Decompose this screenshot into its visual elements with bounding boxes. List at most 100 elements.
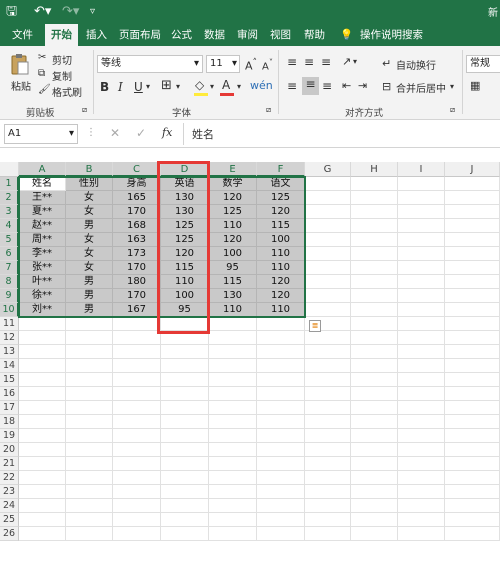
cell-G22[interactable] [305,471,351,485]
row-header-1[interactable]: 1 [0,177,19,191]
copy-button[interactable]: 复制 [52,68,72,83]
cell-J24[interactable] [445,499,500,513]
cell-J9[interactable] [445,289,500,303]
cell-B20[interactable] [66,443,113,457]
cell-E14[interactable] [209,359,257,373]
cell-G14[interactable] [305,359,351,373]
row-header-11[interactable]: 11 [0,317,19,331]
align-center-icon[interactable]: ≡ [302,77,319,95]
cell-C21[interactable] [113,457,161,471]
cell-B11[interactable] [66,317,113,331]
cell-I9[interactable] [398,289,445,303]
cell-I13[interactable] [398,345,445,359]
cell-F5[interactable]: 100 [257,233,305,247]
cell-I20[interactable] [398,443,445,457]
cell-J14[interactable] [445,359,500,373]
cell-F25[interactable] [257,513,305,527]
cell-A1[interactable]: 姓名 [19,177,66,191]
column-header-H[interactable]: H [351,162,398,177]
cell-I5[interactable] [398,233,445,247]
cell-B8[interactable]: 男 [66,275,113,289]
chevron-down-icon[interactable]: ▾ [210,82,214,91]
cell-E25[interactable] [209,513,257,527]
cell-A21[interactable] [19,457,66,471]
cell-C18[interactable] [113,415,161,429]
cell-D8[interactable]: 110 [161,275,209,289]
cell-G3[interactable] [305,205,351,219]
cell-D4[interactable]: 125 [161,219,209,233]
cell-D5[interactable]: 125 [161,233,209,247]
alignment-launcher-icon[interactable]: ⧄ [450,105,455,115]
cell-J26[interactable] [445,527,500,541]
cell-D1[interactable]: 英语 [161,177,209,191]
cell-A2[interactable]: 王** [19,191,66,205]
cell-B10[interactable]: 男 [66,303,113,317]
cell-G10[interactable] [305,303,351,317]
cell-A20[interactable] [19,443,66,457]
cell-G6[interactable] [305,247,351,261]
cell-E3[interactable]: 125 [209,205,257,219]
cell-A8[interactable]: 叶** [19,275,66,289]
insert-function-button[interactable]: fx [162,126,172,139]
cell-H4[interactable] [351,219,398,233]
cell-G5[interactable] [305,233,351,247]
cell-I26[interactable] [398,527,445,541]
cell-D3[interactable]: 130 [161,205,209,219]
cell-F20[interactable] [257,443,305,457]
row-header-4[interactable]: 4 [0,219,19,233]
paste-icon[interactable] [10,52,30,76]
cell-E11[interactable] [209,317,257,331]
cell-I11[interactable] [398,317,445,331]
worksheet-grid[interactable]: A B C D E F G H I J 1 姓名 性别 身高 英语 数学 语文 2 王** 女 165 130 120 125… [0,162,500,567]
cell-G26[interactable] [305,527,351,541]
cell-G18[interactable] [305,415,351,429]
cell-B16[interactable] [66,387,113,401]
cell-A19[interactable] [19,429,66,443]
cell-D22[interactable] [161,471,209,485]
tab-help[interactable]: 帮助 [304,24,325,46]
align-middle-icon[interactable]: ≡ [304,55,314,69]
cell-D2[interactable]: 130 [161,191,209,205]
tab-page-layout[interactable]: 页面布局 [119,24,161,46]
tab-data[interactable]: 数据 [204,24,225,46]
currency-icon[interactable]: ▦ [470,79,480,92]
cell-I18[interactable] [398,415,445,429]
cell-I23[interactable] [398,485,445,499]
cell-E6[interactable]: 100 [209,247,257,261]
cell-C10[interactable]: 167 [113,303,161,317]
cell-F6[interactable]: 110 [257,247,305,261]
format-painter-button[interactable]: 格式刷 [52,84,82,99]
cell-C11[interactable] [113,317,161,331]
row-header-25[interactable]: 25 [0,513,19,527]
cell-D25[interactable] [161,513,209,527]
cell-H20[interactable] [351,443,398,457]
cell-D21[interactable] [161,457,209,471]
cell-H12[interactable] [351,331,398,345]
cell-I1[interactable] [398,177,445,191]
enter-icon[interactable]: ✓ [136,126,146,140]
cell-E10[interactable]: 110 [209,303,257,317]
tab-view[interactable]: 视图 [270,24,291,46]
wrap-text-icon[interactable]: ↵ [382,57,391,70]
cell-G19[interactable] [305,429,351,443]
row-header-10[interactable]: 10 [0,303,19,317]
italic-icon[interactable]: I [118,80,123,94]
cell-I12[interactable] [398,331,445,345]
cell-B19[interactable] [66,429,113,443]
cell-J8[interactable] [445,275,500,289]
cell-B2[interactable]: 女 [66,191,113,205]
column-header-B[interactable]: B [66,162,113,177]
align-bottom-icon[interactable]: ≡ [321,55,331,69]
cell-D11[interactable] [161,317,209,331]
row-header-15[interactable]: 15 [0,373,19,387]
row-header-13[interactable]: 13 [0,345,19,359]
tab-home[interactable]: 开始 [45,24,78,46]
chevron-down-icon[interactable]: ▾ [176,82,180,91]
cell-A10[interactable]: 刘** [19,303,66,317]
merge-center-button[interactable]: 合并后居中 [396,80,446,95]
cell-I19[interactable] [398,429,445,443]
copy-icon[interactable]: ⧉ [38,68,45,79]
cut-icon[interactable]: ✂ [38,52,46,63]
cell-I24[interactable] [398,499,445,513]
cell-C19[interactable] [113,429,161,443]
